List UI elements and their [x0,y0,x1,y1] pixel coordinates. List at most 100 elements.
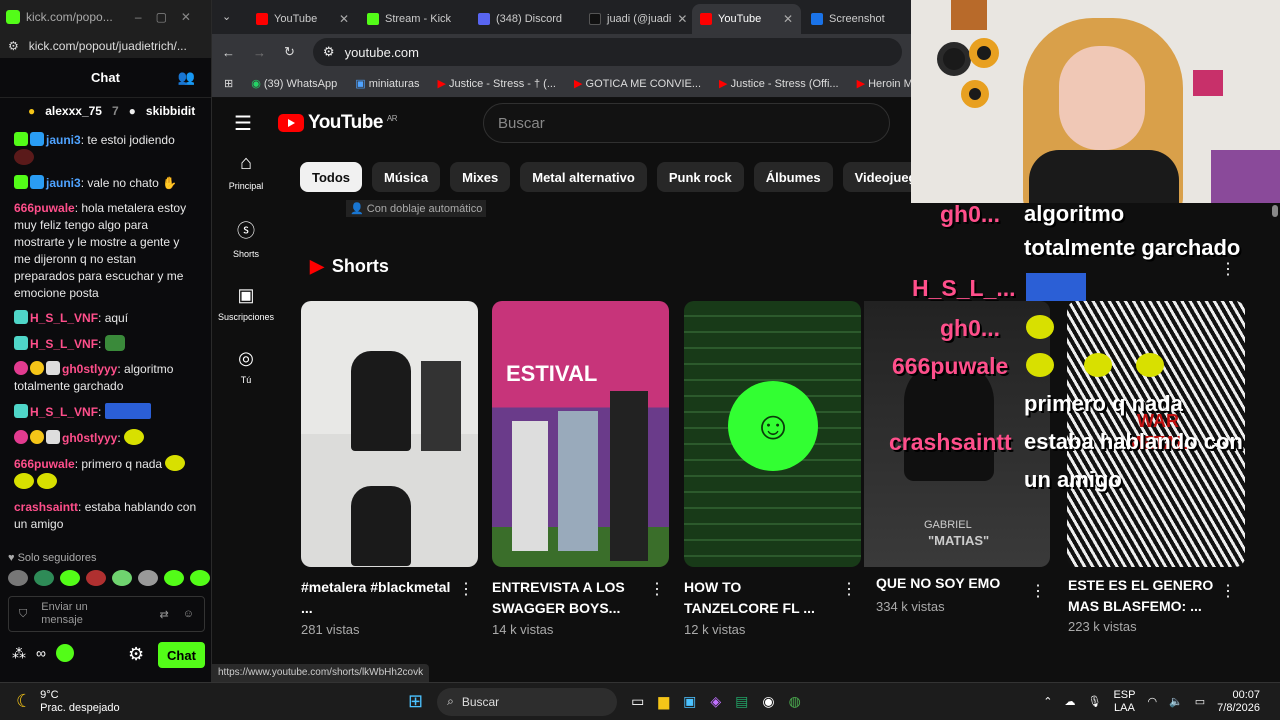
taskbar-search[interactable]: ⌕ Buscar [437,687,618,716]
copilot-icon[interactable]: ◈ [710,693,721,710]
chat-username[interactable]: jauni3 [46,176,81,190]
emote[interactable] [164,570,184,586]
chrome-icon[interactable]: ◍ [789,693,801,710]
connections-icon[interactable]: ⁂ [12,645,26,662]
bookmark-item[interactable]: ▣ miniaturas [355,77,419,90]
close-icon[interactable]: ✕ [677,12,687,26]
chip-albumes[interactable]: Álbumes [753,162,833,192]
file-explorer-icon[interactable]: ▆ [658,693,669,710]
kick-points-icon[interactable] [55,644,74,662]
wifi-icon[interactable]: ◠ [1147,695,1157,708]
site-settings-icon[interactable]: ⚙ [8,39,19,53]
tab[interactable]: Screenshot [803,4,912,34]
chat-username[interactable]: H_S_L_VNF [30,337,98,351]
language-indicator[interactable]: ESP LAA [1113,689,1135,715]
chip-musica[interactable]: Música [372,162,441,192]
infinity-icon[interactable]: ∞ [36,645,46,661]
tab[interactable]: juadi (@juadi ✕ [581,4,690,34]
chat-input[interactable]: ⛉ Enviar un mensaje ⇄ ☺ [8,596,205,632]
spreadsheet-icon[interactable]: ▤ [735,693,748,710]
chip-mixes[interactable]: Mixes [450,162,511,192]
back-icon[interactable]: ← [222,45,235,60]
pinned-user-1[interactable]: alexxx_75 [45,104,102,118]
more-options-icon[interactable]: ⋮ [841,579,857,599]
settings-gear-icon[interactable]: ⚙ [128,644,144,665]
chat-username[interactable]: H_S_L_VNF [30,311,98,325]
chat-username[interactable]: jauni3 [46,133,81,147]
search-input[interactable]: Buscar [483,103,890,143]
short-thumbnail[interactable]: ESTIVAL [492,301,669,567]
task-view-icon[interactable]: ▭ [631,693,644,710]
clock[interactable]: 00:07 7/8/2026 [1217,689,1260,715]
translate-icon[interactable]: ⇄ [160,608,169,621]
volume-icon[interactable]: 🔈 [1169,695,1183,708]
cloud-icon[interactable]: ☁ [1064,695,1075,708]
bookmark-item[interactable]: ▶ Heroin Makes H [857,77,912,90]
bookmark-item[interactable]: ▶ Justice - Stress (Offi... [719,77,839,90]
sidebar-item-home[interactable]: ⌂ Principal [212,152,280,191]
more-options-icon[interactable]: ⋮ [458,579,474,599]
close-icon[interactable]: ✕ [339,12,349,26]
tab[interactable]: Stream - Kick [359,4,468,34]
chat-send-button[interactable]: Chat [158,642,205,668]
chat-username[interactable]: 666puwale [14,201,75,215]
emote[interactable] [138,570,158,586]
obs-icon[interactable]: ◉ [762,693,774,710]
sidebar-item-you[interactable]: ◎ Tú [212,348,280,385]
chat-username[interactable]: gh0stlyyy [62,431,117,445]
bookmark-item[interactable]: ▶ GOTICA ME CONVIE... [574,77,701,90]
tab-active[interactable]: YouTube ✕ [692,4,801,34]
short-title[interactable]: ESTE ES EL GENERO MAS BLASFEMO: ... [1068,575,1218,617]
short-title[interactable]: HOW TO TANZELCORE FL ... [684,577,834,619]
short-title[interactable]: QUE NO SOY EMO [876,575,1000,591]
chip-punk-rock[interactable]: Punk rock [656,162,744,192]
reload-icon[interactable]: ↻ [284,44,295,60]
forward-icon[interactable]: → [253,45,266,60]
more-options-icon[interactable]: ⋮ [649,579,665,599]
short-card[interactable]: ☺ HOW TO TANZELCORE FL ... 12 k vistas ⋮ [684,301,861,637]
tab-search-icon[interactable]: ⌄ [222,10,231,23]
youtube-logo[interactable]: YouTube AR [277,112,398,134]
emote[interactable] [112,570,132,586]
short-card[interactable]: #metalera #blackmetal ... 281 vistas ⋮ [301,301,478,637]
emoji-icon[interactable]: ☺ [183,608,194,620]
windows-start-icon[interactable]: ⊞ [408,691,423,712]
bookmark-item[interactable]: ▶ Justice - Stress - † (... [437,77,556,90]
bookmark-item[interactable]: ◉ (39) WhatsApp [251,77,337,90]
more-options-icon[interactable]: ⋮ [1220,581,1236,601]
short-thumbnail[interactable]: ☺ [684,301,861,567]
chat-username[interactable]: 666puwale [14,457,75,471]
sidebar-item-subscriptions[interactable]: ▣ Suscripciones [212,285,280,322]
emote[interactable] [34,570,54,586]
weather-widget[interactable]: ☾ 9°C Prac. despejado [0,689,240,715]
short-thumbnail[interactable] [301,301,478,567]
emote[interactable] [86,570,106,586]
menu-icon[interactable]: ☰ [234,111,252,136]
window-controls[interactable]: –▢✕ [135,10,205,24]
sidebar-item-shorts[interactable]: ⓢ Shorts [212,217,280,259]
pinned-user-2[interactable]: skibbidit [146,104,195,118]
apps-icon[interactable]: ⊞ [224,77,233,90]
short-card[interactable]: ESTIVAL ENTREVISTA A LOS SWAGGER BOYS...… [492,301,669,637]
tab[interactable]: (348) Discord [470,4,579,34]
emote[interactable] [190,570,210,586]
short-title[interactable]: ENTREVISTA A LOS SWAGGER BOYS... [492,577,642,619]
chip-metal-alternativo[interactable]: Metal alternativo [520,162,647,192]
chat-username[interactable]: gh0stlyyy [62,362,117,376]
tab[interactable]: YouTube ✕ [248,4,357,34]
battery-icon[interactable]: ▭ [1195,695,1205,708]
close-icon[interactable]: ✕ [783,12,793,26]
more-options-icon[interactable]: ⋮ [1030,581,1046,601]
site-info-icon[interactable]: ⚙ [323,44,335,60]
chat-username[interactable]: crashsaintt [14,500,78,514]
users-icon[interactable]: 👥 [178,69,195,86]
chat-username[interactable]: H_S_L_VNF [30,405,98,419]
address-bar[interactable]: ⚙ youtube.com [312,38,902,66]
chip-todos[interactable]: Todos [300,162,363,192]
store-icon[interactable]: ▣ [683,693,696,710]
emote[interactable] [60,570,80,586]
emote[interactable] [8,570,28,586]
short-title[interactable]: #metalera #blackmetal ... [301,577,451,619]
microphone-icon[interactable]: 🎙 [1087,695,1101,708]
scrollbar-thumb[interactable] [1272,205,1278,217]
